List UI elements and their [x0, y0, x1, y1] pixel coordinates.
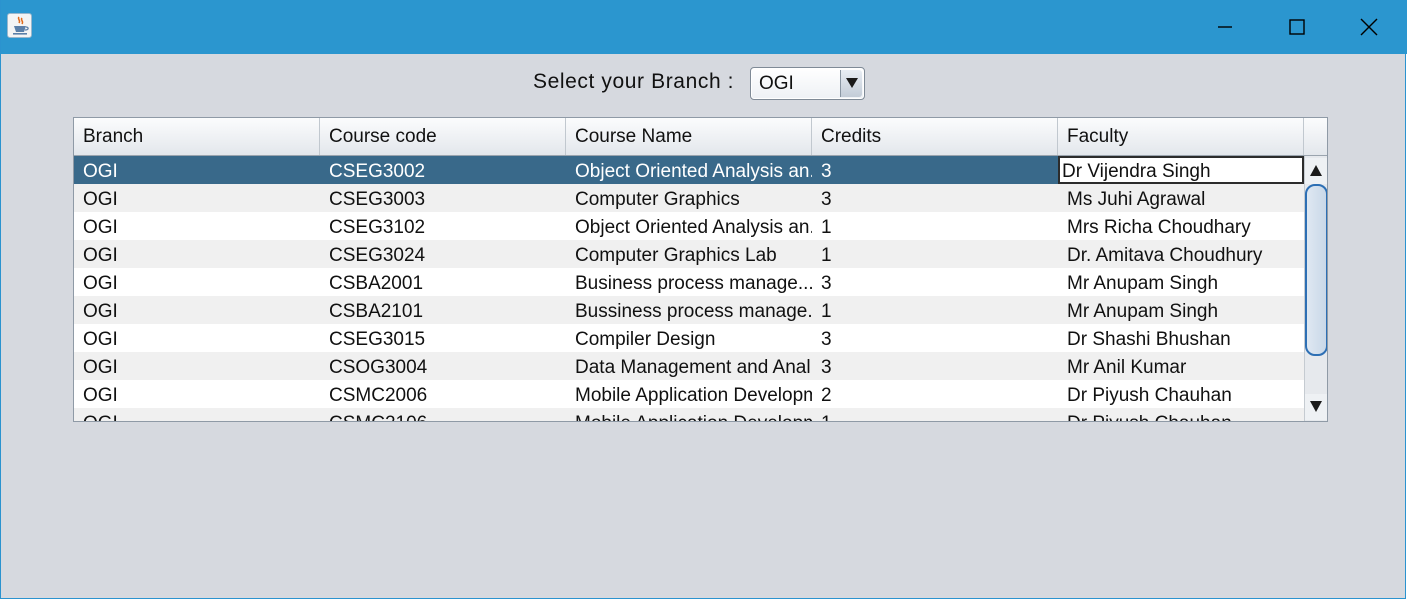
cell-course-name[interactable]: Compiler Design	[566, 324, 812, 352]
scroll-down-button[interactable]	[1305, 394, 1327, 420]
cell-faculty[interactable]: Ms Juhi Agrawal	[1058, 184, 1304, 212]
maximize-icon	[1289, 19, 1305, 35]
cell-course-code[interactable]: CSMC2006	[320, 380, 566, 408]
cell-course-code[interactable]: CSEG3003	[320, 184, 566, 212]
branch-label: Select your Branch :	[533, 70, 735, 93]
cell-faculty[interactable]: Mrs Richa Choudhary	[1058, 212, 1304, 240]
cell-credits[interactable]: 3	[812, 156, 1058, 184]
cell-credits[interactable]: 3	[812, 268, 1058, 296]
cell-course-name[interactable]: Computer Graphics Lab	[566, 240, 812, 268]
triangle-down-icon	[1310, 401, 1322, 412]
cell-course-name[interactable]: Mobile Application Developm...	[566, 408, 812, 421]
table-row[interactable]: OGI CSEG3002 Object Oriented Analysis an…	[74, 156, 1304, 184]
app-window: Select your Branch : OGI Branch Course c…	[0, 0, 1407, 599]
table-row[interactable]: OGI CSOG3004 Data Management and Anal...…	[74, 352, 1304, 380]
cell-credits[interactable]: 1	[812, 408, 1058, 421]
table-body: OGI CSEG3002 Object Oriented Analysis an…	[74, 156, 1304, 421]
table-row[interactable]: OGI CSEG3024 Computer Graphics Lab 1 Dr.…	[74, 240, 1304, 268]
minimize-icon	[1218, 26, 1232, 28]
title-bar[interactable]	[1, 0, 1407, 54]
triangle-up-icon	[1310, 165, 1322, 176]
cell-course-code[interactable]: CSEG3102	[320, 212, 566, 240]
cell-course-name[interactable]: Mobile Application Developm...	[566, 380, 812, 408]
cell-course-code[interactable]: CSEG3024	[320, 240, 566, 268]
cell-course-name[interactable]: Object Oriented Analysis an...	[566, 156, 812, 184]
cell-branch[interactable]: OGI	[74, 156, 320, 184]
header-corner	[1303, 118, 1327, 155]
cell-credits[interactable]: 1	[812, 212, 1058, 240]
close-button[interactable]	[1333, 0, 1405, 54]
column-header-credits[interactable]: Credits	[812, 118, 1058, 155]
cell-credits[interactable]: 1	[812, 296, 1058, 324]
cell-branch[interactable]: OGI	[74, 352, 320, 380]
dropdown-arrow-button[interactable]	[840, 70, 862, 97]
table-row[interactable]: OGI CSEG3102 Object Oriented Analysis an…	[74, 212, 1304, 240]
column-header-course-name[interactable]: Course Name	[566, 118, 812, 155]
cell-course-name[interactable]: Computer Graphics	[566, 184, 812, 212]
cell-faculty-editing[interactable]: Dr Vijendra Singh	[1058, 156, 1304, 184]
cell-credits[interactable]: 3	[812, 184, 1058, 212]
branch-select-value: OGI	[759, 73, 794, 94]
cell-faculty[interactable]: Dr. Amitava Choudhury	[1058, 240, 1304, 268]
cell-course-name[interactable]: Object Oriented Analysis an...	[566, 212, 812, 240]
cell-branch[interactable]: OGI	[74, 324, 320, 352]
vertical-scrollbar[interactable]	[1304, 156, 1327, 421]
table-row[interactable]: OGI CSEG3003 Computer Graphics 3 Ms Juhi…	[74, 184, 1304, 212]
cell-faculty[interactable]: Dr Piyush Chauhan	[1058, 408, 1304, 421]
cell-branch[interactable]: OGI	[74, 184, 320, 212]
scroll-up-button[interactable]	[1305, 158, 1327, 184]
minimize-button[interactable]	[1189, 0, 1261, 54]
table-row[interactable]: OGI CSMC2006 Mobile Application Developm…	[74, 380, 1304, 408]
course-table: Branch Course code Course Name Credits F…	[73, 117, 1328, 422]
close-icon	[1360, 18, 1378, 36]
cell-branch[interactable]: OGI	[74, 408, 320, 421]
table-row[interactable]: OGI CSBA2001 Business process manage... …	[74, 268, 1304, 296]
column-header-course-code[interactable]: Course code	[320, 118, 566, 155]
table-row[interactable]: OGI CSEG3015 Compiler Design 3 Dr Shashi…	[74, 324, 1304, 352]
cell-credits[interactable]: 1	[812, 240, 1058, 268]
cell-faculty[interactable]: Dr Shashi Bhushan	[1058, 324, 1304, 352]
column-header-faculty[interactable]: Faculty	[1058, 118, 1304, 155]
table-row[interactable]: OGI CSBA2101 Bussiness process manage...…	[74, 296, 1304, 324]
java-cup-icon[interactable]	[7, 13, 32, 38]
cell-branch[interactable]: OGI	[74, 296, 320, 324]
cell-course-name[interactable]: Business process manage...	[566, 268, 812, 296]
cell-branch[interactable]: OGI	[74, 212, 320, 240]
cell-course-code[interactable]: CSEG3002	[320, 156, 566, 184]
cell-credits[interactable]: 3	[812, 324, 1058, 352]
cell-faculty[interactable]: Mr Anupam Singh	[1058, 296, 1304, 324]
cell-credits[interactable]: 2	[812, 380, 1058, 408]
cell-faculty[interactable]: Dr Piyush Chauhan	[1058, 380, 1304, 408]
cell-course-name[interactable]: Data Management and Anal...	[566, 352, 812, 380]
cell-faculty[interactable]: Mr Anil Kumar	[1058, 352, 1304, 380]
cell-course-code[interactable]: CSMC2106	[320, 408, 566, 421]
cell-credits[interactable]: 3	[812, 352, 1058, 380]
cell-faculty[interactable]: Mr Anupam Singh	[1058, 268, 1304, 296]
column-header-branch[interactable]: Branch	[74, 118, 320, 155]
table-row[interactable]: OGI CSMC2106 Mobile Application Developm…	[74, 408, 1304, 421]
scroll-thumb[interactable]	[1305, 184, 1327, 356]
branch-select[interactable]: OGI	[750, 67, 865, 100]
cell-course-code[interactable]: CSBA2001	[320, 268, 566, 296]
triangle-down-icon	[846, 78, 858, 88]
table-header: Branch Course code Course Name Credits F…	[74, 118, 1327, 156]
cell-course-code[interactable]: CSEG3015	[320, 324, 566, 352]
cell-course-code[interactable]: CSOG3004	[320, 352, 566, 380]
cell-branch[interactable]: OGI	[74, 240, 320, 268]
cell-branch[interactable]: OGI	[74, 380, 320, 408]
cell-branch[interactable]: OGI	[74, 268, 320, 296]
cell-course-name[interactable]: Bussiness process manage...	[566, 296, 812, 324]
maximize-button[interactable]	[1261, 0, 1333, 54]
cell-course-code[interactable]: CSBA2101	[320, 296, 566, 324]
